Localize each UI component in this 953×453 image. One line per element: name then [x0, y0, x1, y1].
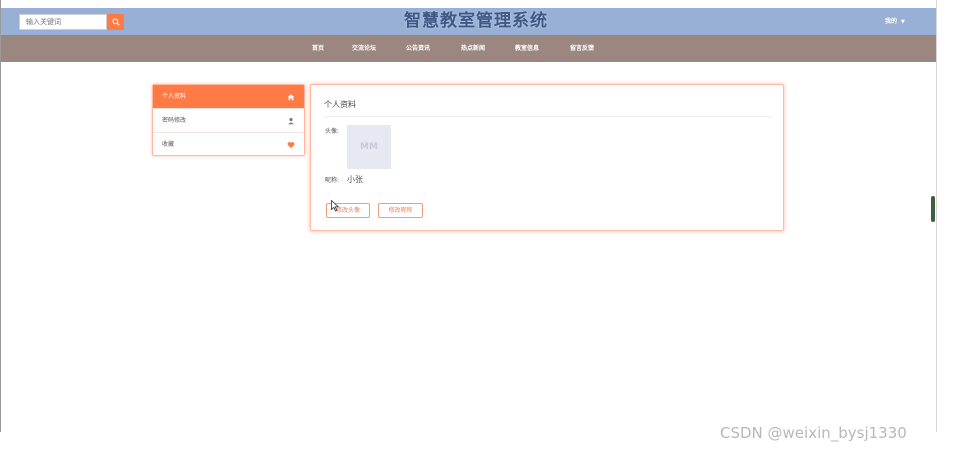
side-item-favorites[interactable]: 收藏 [153, 133, 304, 157]
user-center-menu: 个人资料 密码修改 收藏 [152, 84, 305, 156]
nav-item-home[interactable]: 首页 [312, 35, 324, 62]
nickname-label: 昵称: [325, 177, 340, 184]
scrollbar-track[interactable] [936, 0, 937, 432]
site-title: 智慧教室管理系统 [404, 11, 548, 31]
side-item-label: 个人资料 [162, 93, 187, 100]
mouse-cursor-icon [331, 200, 339, 212]
user-menu[interactable]: 我的 ▼ [885, 8, 905, 36]
avatar: MM [347, 125, 391, 169]
user-icon [288, 117, 294, 125]
side-item-label: 密码修改 [162, 117, 187, 124]
main-nav-bar: 首页 交流论坛 公告资讯 热点新闻 教室信息 留言反馈 [1, 35, 936, 62]
caret-down-icon: ▼ [901, 19, 905, 25]
nickname-value: 小张 [347, 175, 363, 184]
side-item-label: 收藏 [162, 141, 175, 148]
browser-viewport: 智慧教室管理系统 我的▼ 首页 交流论坛 公告资讯 热点新闻 教室信息 留言反馈… [0, 0, 936, 432]
panel-divider [324, 116, 772, 117]
watermark: CSDN @weixin_bysj1330 [720, 424, 907, 442]
top-header-bar: 智慧教室管理系统 我的▼ [1, 8, 936, 35]
scrollbar-thumb[interactable] [931, 196, 935, 222]
side-item-password[interactable]: 密码修改 [153, 109, 304, 133]
heart-icon [287, 142, 295, 149]
search-icon [111, 18, 120, 26]
nav-item-classrooms[interactable]: 教室信息 [515, 35, 539, 62]
user-menu-label: 我的 [885, 18, 898, 25]
nav-item-announcements[interactable]: 公告资讯 [406, 35, 430, 62]
nav-item-hot-news[interactable]: 热点新闻 [461, 35, 485, 62]
search-input[interactable] [19, 14, 107, 30]
nav-item-forum[interactable]: 交流论坛 [352, 35, 376, 62]
side-item-profile[interactable]: 个人资料 [153, 85, 304, 109]
nav-item-feedback[interactable]: 留言反馈 [570, 35, 594, 62]
profile-panel: 个人资料 头像: MM 昵称: 小张 修改头像 修改昵称 [310, 84, 784, 231]
avatar-label: 头像: [325, 128, 340, 135]
search-button[interactable] [107, 14, 124, 30]
panel-title: 个人资料 [324, 100, 356, 109]
avatar-placeholder-text: MM [360, 142, 378, 152]
home-icon [287, 94, 295, 101]
change-nickname-button[interactable]: 修改昵称 [378, 203, 423, 218]
